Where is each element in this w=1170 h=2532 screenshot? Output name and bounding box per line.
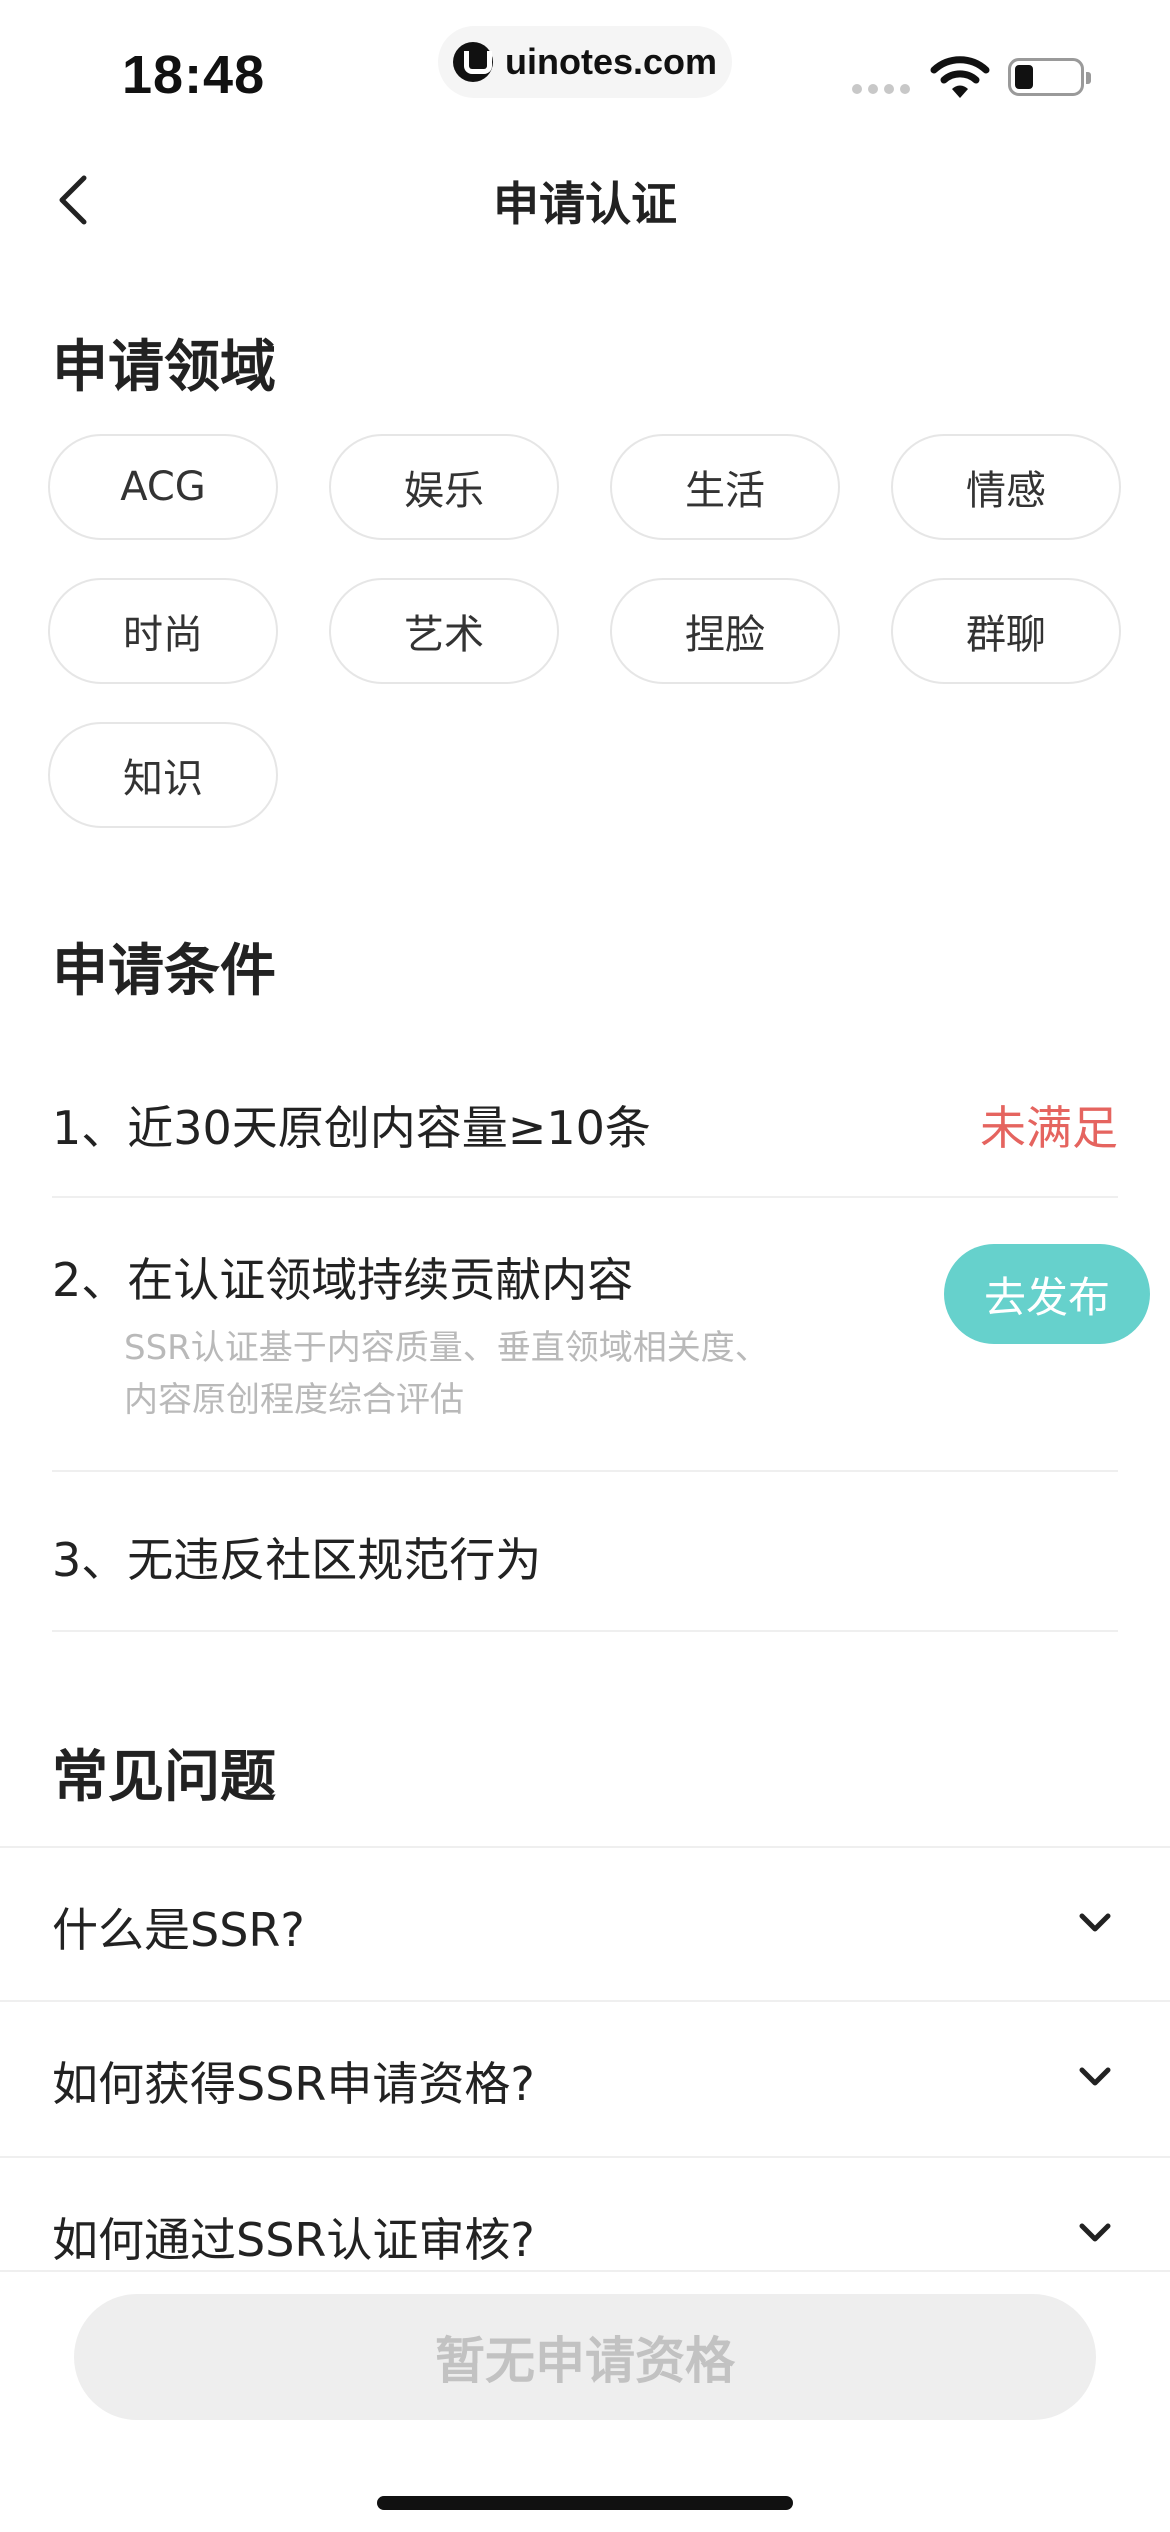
status-bar: 18:48 uinotes.com [0, 0, 1170, 130]
condition-text: 3、无违反社区规范行为 [52, 1533, 542, 1587]
battery-icon [1008, 58, 1091, 96]
condition-row: 3、无违反社区规范行为 [52, 1472, 1118, 1632]
condition-text: 2、在认证领域持续贡献内容 [52, 1253, 634, 1307]
publish-button[interactable]: 去发布 [944, 1244, 1150, 1344]
signal-icon [852, 84, 910, 94]
faq-question: 如何通过SSR认证审核? [52, 2213, 535, 2267]
condition-description: SSR认证基于内容质量、垂直领域相关度、 [124, 1328, 769, 1368]
home-indicator[interactable] [377, 2496, 793, 2510]
domain-tag[interactable]: 知识 [48, 722, 278, 828]
domain-tag[interactable]: 情感 [891, 434, 1121, 540]
domain-tag[interactable]: 捏脸 [610, 578, 840, 684]
condition-description: 内容原创程度综合评估 [124, 1380, 464, 1420]
domain-tag[interactable]: ACG [48, 434, 278, 540]
faq-item[interactable]: 如何获得SSR申请资格? [0, 2000, 1170, 2156]
domain-tag[interactable]: 时尚 [48, 578, 278, 684]
chevron-down-icon [1079, 2067, 1111, 2086]
faq-question: 如何获得SSR申请资格? [52, 2057, 535, 2111]
chevron-down-icon [1079, 2223, 1111, 2242]
bottom-bar: 暂无申请资格 [0, 2270, 1170, 2532]
domain-tag[interactable]: 生活 [610, 434, 840, 540]
wifi-icon [930, 56, 990, 98]
domain-section-title: 申请领域 [52, 335, 276, 400]
divider [52, 1630, 1118, 1632]
condition-row: 1、近30天原创内容量≥10条 未满足 [52, 1054, 1118, 1198]
site-logo-icon [452, 42, 493, 82]
domain-tag[interactable]: 群聊 [891, 578, 1121, 684]
condition-status-badge: 未满足 [980, 1101, 1118, 1155]
url-text: uinotes.com [504, 41, 718, 82]
chevron-down-icon [1079, 1913, 1111, 1932]
status-time: 18:48 [122, 45, 266, 105]
conditions-section-title: 申请条件 [52, 939, 276, 1004]
domain-tag-list: ACG 娱乐 生活 情感 时尚 艺术 捏脸 群聊 知识 [48, 434, 1122, 828]
condition-row: 2、在认证领域持续贡献内容 SSR认证基于内容质量、垂直领域相关度、 内容原创程… [52, 1198, 1118, 1472]
apply-button[interactable]: 暂无申请资格 [74, 2294, 1096, 2420]
condition-text: 1、近30天原创内容量≥10条 [52, 1101, 651, 1155]
faq-section-title: 常见问题 [52, 1745, 276, 1810]
url-pill[interactable]: uinotes.com [438, 26, 732, 98]
faq-item[interactable]: 什么是SSR? [0, 1846, 1170, 2002]
nav-bar: 申请认证 [0, 130, 1170, 266]
domain-tag[interactable]: 艺术 [329, 578, 559, 684]
domain-tag[interactable]: 娱乐 [329, 434, 559, 540]
page-title: 申请认证 [493, 177, 677, 231]
faq-question: 什么是SSR? [52, 1903, 305, 1957]
